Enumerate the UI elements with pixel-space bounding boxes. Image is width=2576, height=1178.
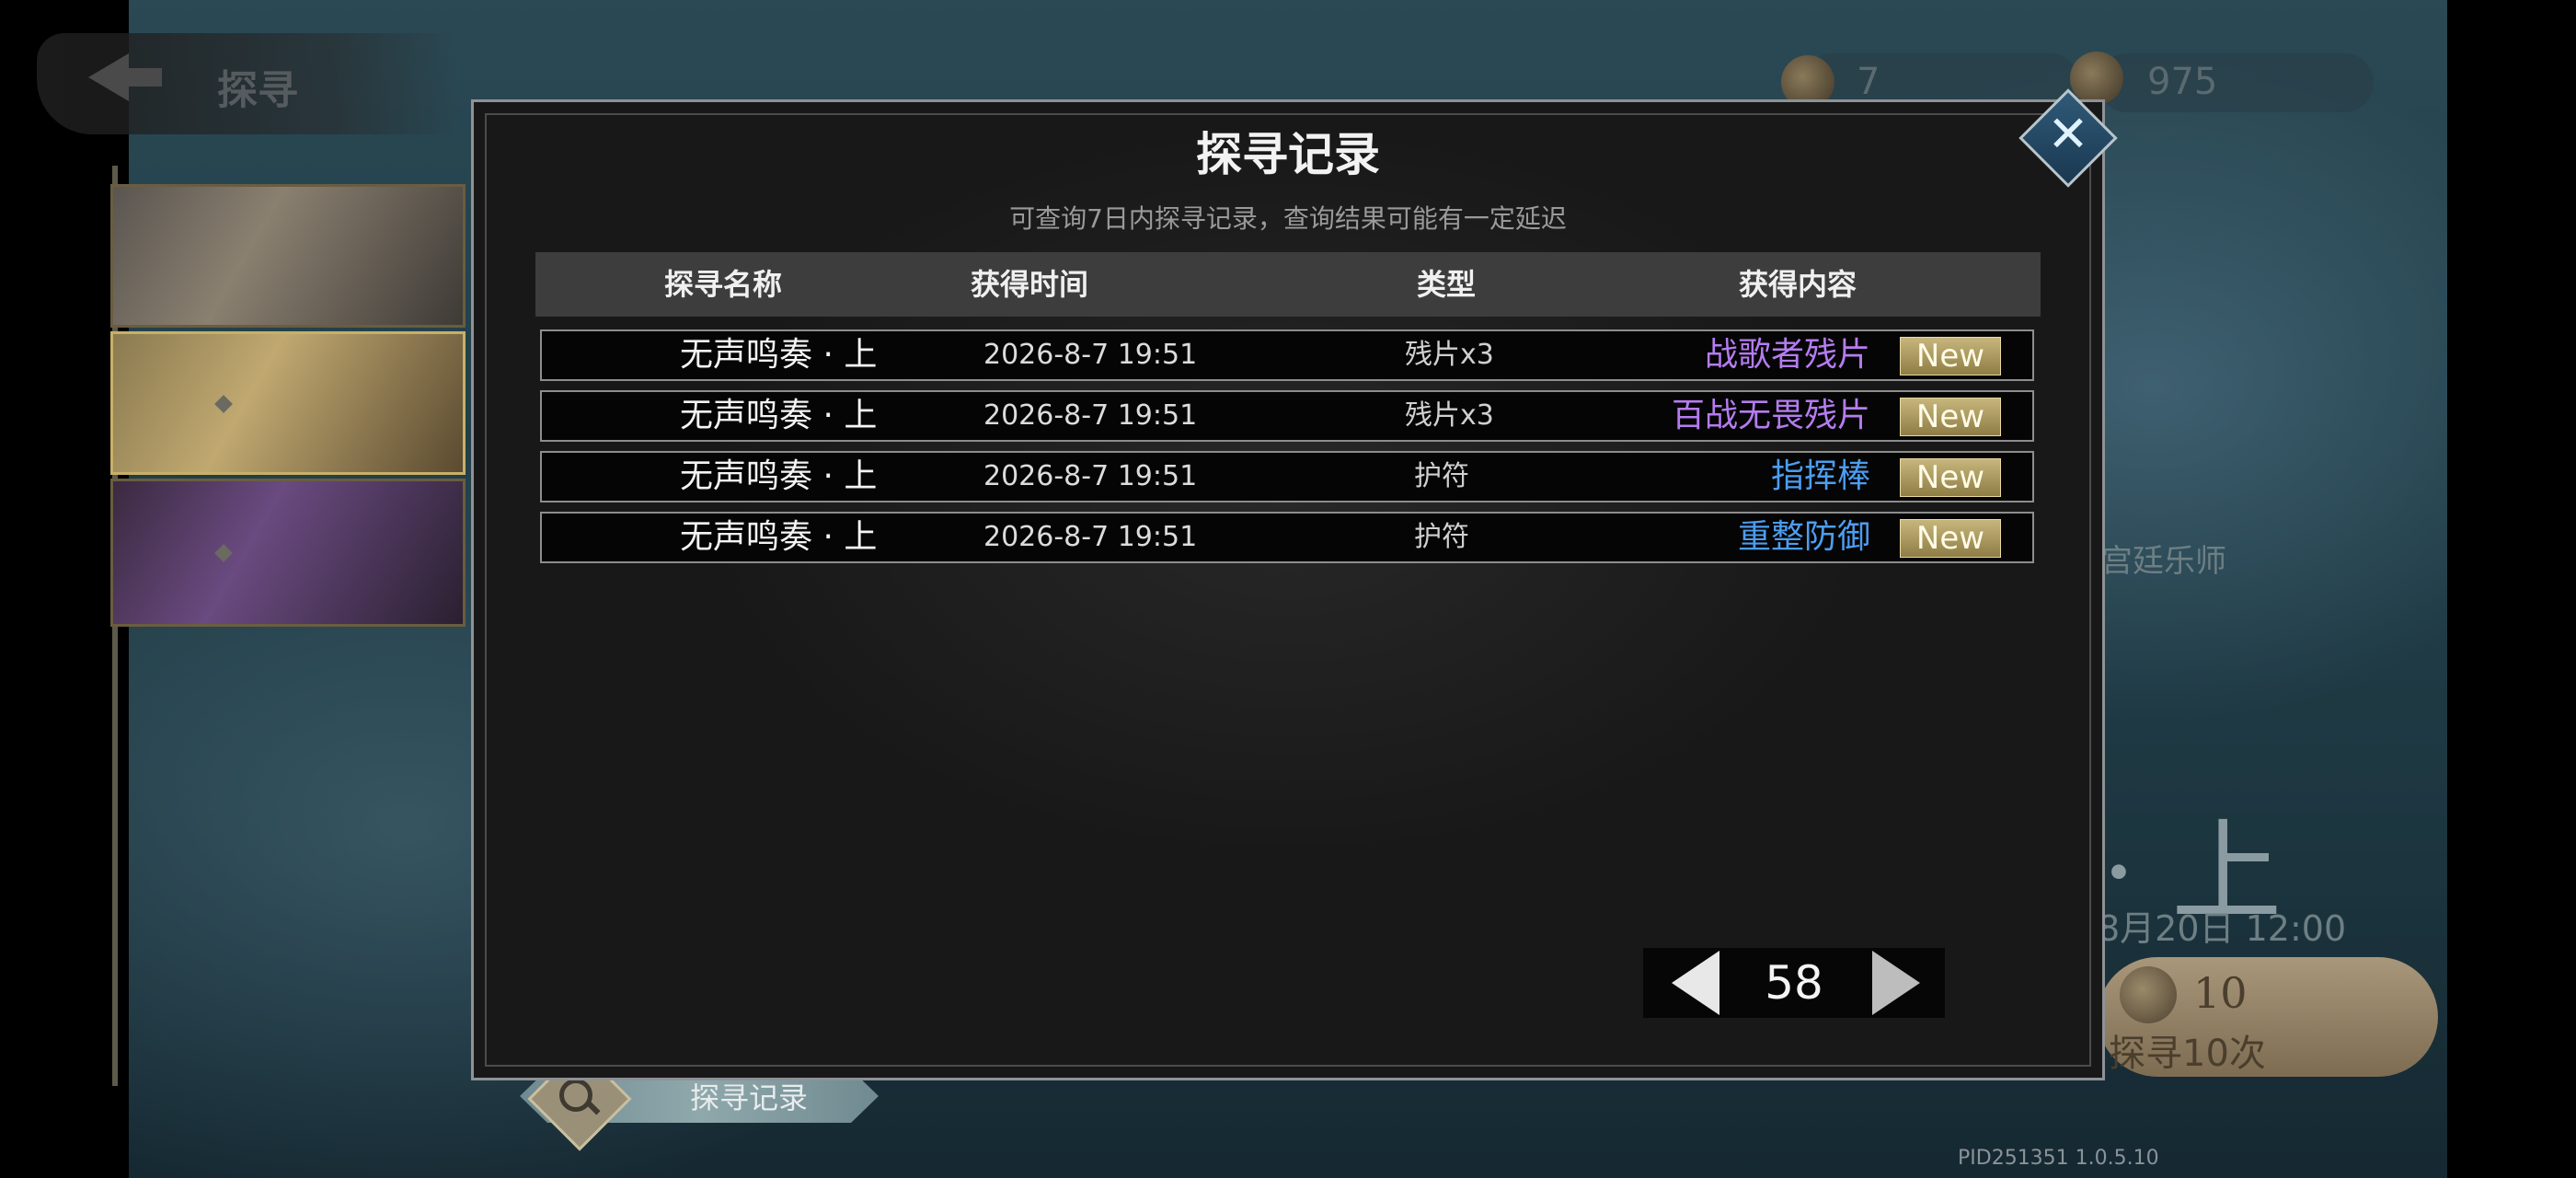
table-header: 探寻名称 获得时间 类型 获得内容 — [535, 252, 2041, 317]
record-time: 2026-8-7 19:51 — [983, 460, 1198, 492]
pool-thumbnail-3[interactable] — [110, 479, 466, 627]
pool-thumbnail-2[interactable] — [110, 331, 466, 475]
column-header-type: 类型 — [1417, 267, 1477, 302]
prev-page-icon[interactable] — [1672, 951, 1719, 1015]
record-type: 护符 — [1414, 460, 1469, 492]
record-content: 百战无畏残片 — [1671, 397, 1870, 434]
back-arrow-icon[interactable] — [88, 53, 129, 101]
record-name: 无声鸣奏 · 上 — [680, 336, 878, 374]
build-info: PID251351 1.0.5.10 — [1958, 1147, 2159, 1170]
column-header-name: 探寻名称 — [664, 267, 783, 302]
draw-10-label: 探寻10次 — [2109, 1033, 2266, 1075]
record-type: 残片x3 — [1405, 399, 1494, 432]
back-title: 探寻 — [217, 67, 298, 114]
back-arrow-icon-bar — [125, 68, 162, 87]
record-type: 残片x3 — [1405, 339, 1494, 371]
record-content: 指挥棒 — [1770, 457, 1870, 495]
table-row: 无声鸣奏 · 上 2026-8-7 19:51 护符 指挥棒 New — [540, 451, 2034, 502]
page-number: 58 — [1765, 956, 1823, 1010]
new-badge: New — [1900, 458, 2001, 497]
record-time: 2026-8-7 19:51 — [983, 399, 1198, 432]
record-content: 重整防御 — [1737, 518, 1870, 556]
table-row: 无声鸣奏 · 上 2026-8-7 19:51 残片x3 百战无畏残片 New — [540, 390, 2034, 442]
new-badge: New — [1900, 519, 2001, 558]
table-row: 无声鸣奏 · 上 2026-8-7 19:51 护符 重整防御 New — [540, 512, 2034, 563]
table-row: 无声鸣奏 · 上 2026-8-7 19:51 残片x3 战歌者残片 New — [540, 329, 2034, 381]
draw-10-cost: 10 — [2193, 968, 2248, 1018]
record-time: 2026-8-7 19:51 — [983, 339, 1198, 371]
resource-b-pill — [2098, 53, 2374, 112]
event-time: 8月20日 12:00 — [2098, 908, 2347, 949]
search-record-button-label[interactable]: 探寻记录 — [690, 1075, 808, 1117]
dialog-title: 探寻记录 — [1196, 127, 1380, 181]
record-name: 无声鸣奏 · 上 — [680, 518, 878, 556]
dialog-subtitle: 可查询7日内探寻记录，查询结果可能有一定延迟 — [1009, 203, 1567, 234]
resource-b-value: 975 — [2147, 61, 2218, 103]
close-icon[interactable]: ✕ — [2033, 99, 2103, 169]
record-name: 无声鸣奏 · 上 — [680, 397, 878, 434]
record-name: 无声鸣奏 · 上 — [680, 457, 878, 495]
crest-icon — [2120, 966, 2177, 1023]
resource-a-value: 7 — [1857, 61, 1880, 103]
gem-icon — [2070, 52, 2123, 105]
column-header-content: 获得内容 — [1739, 267, 1857, 302]
search-record-dialog — [471, 99, 2105, 1080]
record-time: 2026-8-7 19:51 — [983, 521, 1198, 553]
record-content: 战歌者残片 — [1704, 336, 1870, 374]
character-title: 宫廷乐师 — [2101, 543, 2226, 580]
new-badge: New — [1900, 398, 2001, 436]
next-page-icon[interactable] — [1872, 951, 1920, 1015]
record-type: 护符 — [1414, 521, 1469, 553]
column-header-time: 获得时间 — [971, 267, 1089, 302]
new-badge: New — [1900, 337, 2001, 375]
